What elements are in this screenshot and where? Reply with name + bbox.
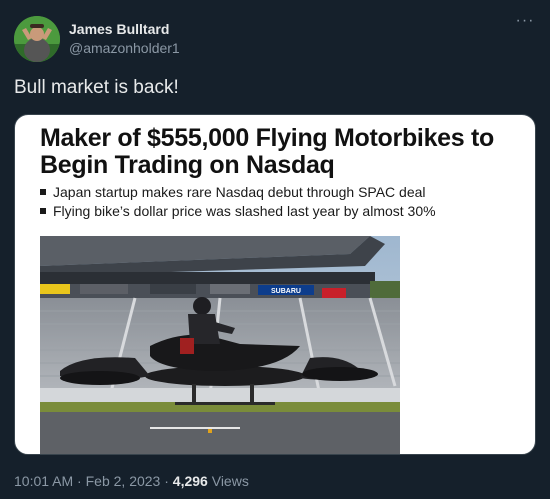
subaru-sign-text: SUBARU [271,288,301,295]
tweet-meta: 10:01 AM · Feb 2, 2023 · 4,296 Views [14,473,249,489]
views-label: Views [211,473,249,489]
more-options-icon[interactable]: ··· [514,13,536,32]
tweet-text: Bull market is back! [14,77,179,98]
article-headline: Maker of $555,000 Flying Motorbikes to B… [40,124,495,179]
avatar-image [14,16,60,62]
author-display-name[interactable]: James Bulltard [69,21,169,37]
avatar[interactable] [14,16,60,62]
author-handle[interactable]: @amazonholder1 [69,40,180,56]
flying-motorbike-photo: SUBARU [40,236,400,454]
meta-separator: · [77,473,82,489]
tweet: James Bulltard @amazonholder1 ··· Bull m… [0,0,550,499]
article-bullet: Flying bike’s dollar price was slashed l… [40,202,436,221]
views-count: 4,296 [172,473,208,489]
article-bullet: Japan startup makes rare Nasdaq debut th… [40,183,436,202]
tweet-time[interactable]: 10:01 AM [14,473,73,489]
tweet-date[interactable]: Feb 2, 2023 [86,473,161,489]
meta-separator: · [164,473,169,489]
article-bullets: Japan startup makes rare Nasdaq debut th… [40,183,436,221]
tweet-media-image[interactable]: Maker of $555,000 Flying Motorbikes to B… [14,114,536,455]
